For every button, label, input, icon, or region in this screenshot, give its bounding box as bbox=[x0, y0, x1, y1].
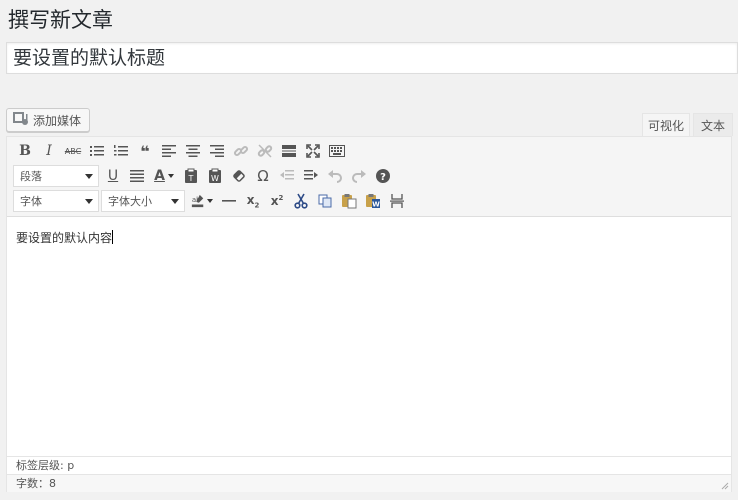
font-size-select-value: 字体大小 bbox=[108, 195, 152, 208]
highlight-color-icon[interactable]: ab bbox=[187, 189, 217, 213]
page-break-icon[interactable] bbox=[385, 189, 409, 213]
eraser-icon[interactable] bbox=[227, 164, 251, 188]
text-cursor bbox=[112, 230, 114, 244]
editor-content[interactable]: 要设置的默认内容 bbox=[16, 229, 114, 246]
word-count-label: 字数：8 bbox=[16, 477, 56, 490]
add-media-label: 添加媒体 bbox=[33, 113, 82, 128]
toolbar-row-2: 段落 U A T W Ω ? bbox=[13, 164, 395, 188]
paste-text-icon[interactable]: T bbox=[179, 164, 203, 188]
bold-icon[interactable]: B bbox=[13, 139, 37, 163]
align-center-icon[interactable] bbox=[181, 139, 205, 163]
indent-icon[interactable] bbox=[299, 164, 323, 188]
post-content-text: 要设置的默认内容 bbox=[16, 231, 113, 245]
media-icon bbox=[13, 111, 29, 130]
clear-formatting-icon[interactable]: W bbox=[203, 164, 227, 188]
subscript-icon[interactable]: x2 bbox=[241, 189, 265, 213]
copy-icon[interactable] bbox=[313, 189, 337, 213]
format-select-value: 段落 bbox=[20, 170, 42, 183]
italic-icon[interactable]: I bbox=[37, 139, 61, 163]
cut-icon[interactable] bbox=[289, 189, 313, 213]
page-title: 撰写新文章 bbox=[8, 8, 113, 32]
font-size-select[interactable]: 字体大小 bbox=[101, 190, 185, 212]
align-left-icon[interactable] bbox=[157, 139, 181, 163]
horizontal-line-icon[interactable] bbox=[217, 189, 241, 213]
font-family-select[interactable]: 字体 bbox=[13, 190, 99, 212]
justify-icon[interactable] bbox=[125, 164, 149, 188]
undo-icon[interactable] bbox=[323, 164, 347, 188]
word-count: 字数：8 bbox=[7, 474, 731, 492]
help-icon[interactable]: ? bbox=[371, 164, 395, 188]
bullet-list-icon[interactable] bbox=[85, 139, 109, 163]
resize-handle-icon[interactable] bbox=[721, 482, 729, 490]
toolbar-row-3: 字体 字体大小 ab x2 x2 W bbox=[13, 189, 409, 213]
unlink-icon[interactable] bbox=[253, 139, 277, 163]
post-title-input[interactable]: 要设置的默认标题 bbox=[6, 42, 738, 74]
superscript-icon[interactable]: x2 bbox=[265, 189, 289, 213]
editor: B I ABC ❝ 段落 U A T W Ω ? 字体 字体大小 ab x2 x… bbox=[6, 136, 732, 492]
align-right-icon[interactable] bbox=[205, 139, 229, 163]
svg-text:?: ? bbox=[380, 172, 386, 183]
tab-visual[interactable]: 可视化 bbox=[642, 113, 690, 136]
fullscreen-icon[interactable] bbox=[301, 139, 325, 163]
special-character-icon[interactable]: Ω bbox=[251, 164, 275, 188]
outdent-icon[interactable] bbox=[275, 164, 299, 188]
editor-toolbar: B I ABC ❝ 段落 U A T W Ω ? 字体 字体大小 ab x2 x… bbox=[7, 137, 731, 217]
redo-icon[interactable] bbox=[347, 164, 371, 188]
svg-text:W: W bbox=[372, 201, 380, 209]
text-color-icon[interactable]: A bbox=[149, 164, 179, 188]
chevron-down-icon bbox=[85, 199, 93, 204]
strikethrough-icon[interactable]: ABC bbox=[61, 139, 85, 163]
link-icon[interactable] bbox=[229, 139, 253, 163]
format-select[interactable]: 段落 bbox=[13, 165, 99, 187]
chevron-down-icon bbox=[85, 174, 93, 179]
add-media-button[interactable]: 添加媒体 bbox=[6, 108, 91, 132]
numbered-list-icon[interactable] bbox=[109, 139, 133, 163]
svg-text:W: W bbox=[211, 174, 219, 183]
toolbar-row-1: B I ABC ❝ bbox=[13, 139, 349, 163]
paste-from-word-icon[interactable]: W bbox=[361, 189, 385, 213]
blockquote-icon[interactable]: ❝ bbox=[133, 139, 157, 163]
font-family-select-value: 字体 bbox=[20, 195, 42, 208]
toolbar-toggle-icon[interactable] bbox=[325, 139, 349, 163]
read-more-icon[interactable] bbox=[277, 139, 301, 163]
underline-icon[interactable]: U bbox=[101, 164, 125, 188]
paste-icon[interactable] bbox=[337, 189, 361, 213]
svg-text:T: T bbox=[188, 174, 194, 183]
tab-text[interactable]: 文本 bbox=[693, 113, 733, 136]
element-path: 标签层级: p bbox=[7, 456, 731, 474]
chevron-down-icon bbox=[171, 199, 179, 204]
